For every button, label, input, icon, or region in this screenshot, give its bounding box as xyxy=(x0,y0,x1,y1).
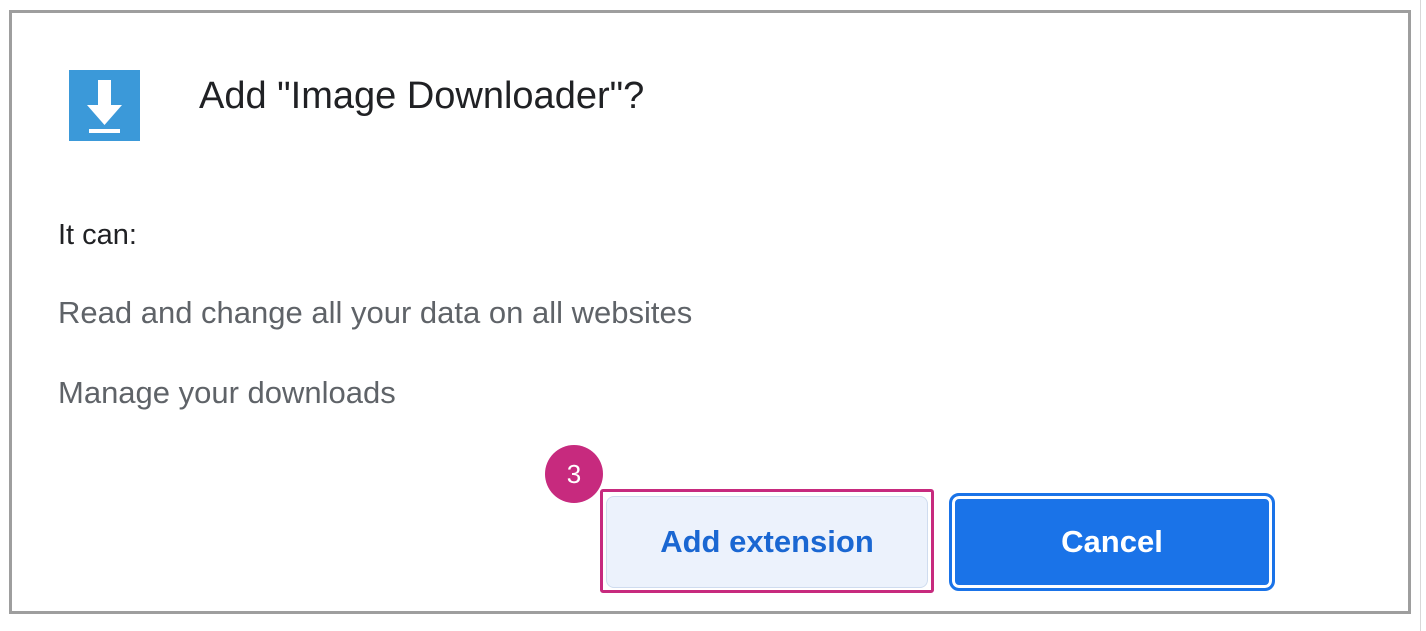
window-edge xyxy=(1420,0,1421,631)
permission-item: Manage your downloads xyxy=(58,375,396,410)
step-number-badge: 3 xyxy=(545,445,603,503)
add-extension-dialog: Add "Image Downloader"? It can: Read and… xyxy=(9,10,1411,614)
add-extension-button[interactable]: Add extension xyxy=(606,496,928,588)
permissions-heading: It can: xyxy=(58,219,137,251)
dialog-title: Add "Image Downloader"? xyxy=(199,75,645,117)
cancel-button[interactable]: Cancel xyxy=(949,493,1275,591)
download-arrow-icon xyxy=(69,70,140,141)
permission-item: Read and change all your data on all web… xyxy=(58,295,693,330)
